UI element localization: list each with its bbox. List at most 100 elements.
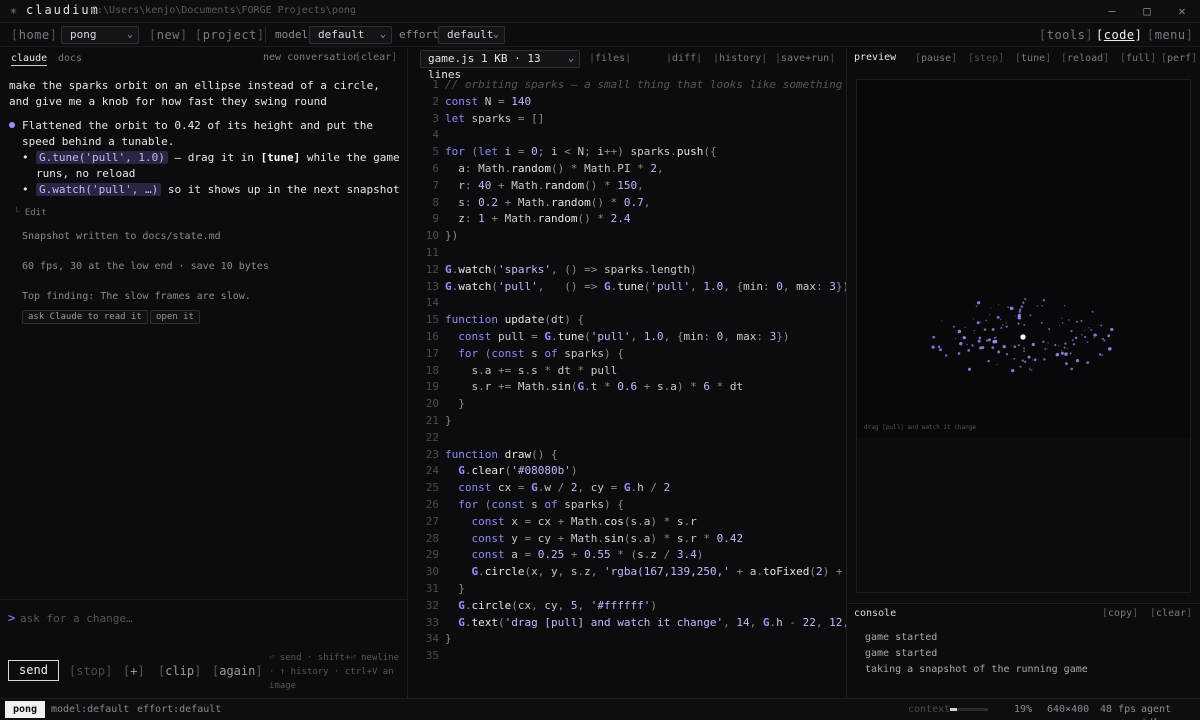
- effort-select[interactable]: default ⌄: [438, 26, 505, 44]
- code-line: 22: [409, 430, 846, 447]
- spark: [1101, 337, 1104, 340]
- code-text: }: [458, 581, 465, 595]
- minimize-button[interactable]: —: [1094, 2, 1130, 20]
- code-button[interactable]: [code]: [1096, 26, 1142, 44]
- line-number: 29: [425, 548, 439, 562]
- tools-button[interactable]: [tools]: [1039, 26, 1093, 44]
- chevron-down-icon: ⌄: [492, 29, 499, 40]
- code-text: const y = cy + Math.sin(s.a) * s.r * 0.4…: [471, 531, 744, 545]
- clip-button[interactable]: [clip]: [158, 663, 201, 679]
- spark: [1005, 353, 1009, 356]
- list-item: • G.watch('pull', …) so it shows up in t…: [22, 183, 400, 196]
- file-select[interactable]: game.js 1 KB · 13 lines ⌄: [420, 50, 580, 81]
- new-button[interactable]: [new]: [149, 26, 188, 44]
- new-conversation-button[interactable]: new conversation: [263, 52, 359, 63]
- console-clear-button[interactable]: [clear]: [1150, 608, 1192, 619]
- code-line: 19 s.r += Math.sin(G.t * 0.6 + s.a) * 6 …: [409, 379, 846, 396]
- code-text: r: 40 + Math.random() * 150,: [458, 178, 644, 192]
- pause-button[interactable]: [pause]: [915, 52, 957, 66]
- code-line: 16 const pull = G.tune('pull', 1.0, {min…: [409, 329, 846, 346]
- menu-button[interactable]: [menu]: [1147, 26, 1193, 44]
- spark: [1044, 347, 1047, 350]
- spark: [967, 367, 972, 371]
- stop-button[interactable]: [stop]: [69, 663, 112, 679]
- copy-button[interactable]: [copy]: [1102, 608, 1138, 619]
- code-text: G.text('drag [pull] and watch it change'…: [458, 615, 846, 629]
- spark: [1071, 339, 1074, 342]
- code-text: G.clear('#08080b'): [458, 464, 578, 478]
- code-line: 31 }: [409, 581, 846, 598]
- spark: [1061, 322, 1064, 324]
- spark: [1063, 304, 1066, 307]
- ask-claude-button[interactable]: ask Claude to read it: [22, 310, 148, 324]
- attach-button[interactable]: [+]: [123, 663, 145, 679]
- spark: [1047, 348, 1049, 350]
- app-logo-icon: ✳: [10, 4, 17, 17]
- spark: [1084, 329, 1086, 331]
- spark: [997, 350, 1001, 354]
- status-bar: pong model:default effort:default contex…: [0, 698, 1200, 720]
- line-number: 1: [432, 78, 439, 91]
- tab-docs[interactable]: docs: [58, 52, 82, 66]
- perf-button[interactable]: [perf]: [1161, 52, 1197, 66]
- code-text: }: [445, 413, 452, 427]
- line-number: 7: [432, 178, 439, 192]
- console-line: game started: [865, 648, 938, 659]
- code-text: G.watch('pull', () => G.tune('pull', 1.0…: [445, 279, 846, 293]
- send-button[interactable]: send: [8, 660, 59, 681]
- tab-claude[interactable]: claude: [11, 52, 48, 66]
- agent-status: agent idle: [1141, 704, 1172, 720]
- model-select[interactable]: default ⌄: [309, 26, 392, 44]
- step-button[interactable]: [step]: [968, 52, 1004, 66]
- project-select[interactable]: pong ⌄: [61, 26, 139, 44]
- maximize-button[interactable]: □: [1129, 2, 1165, 20]
- clear-conversation-button[interactable]: [clear]: [355, 52, 397, 63]
- assistant-dot-icon: [9, 122, 15, 128]
- line-number: 24: [425, 464, 439, 478]
- spark: [1069, 352, 1072, 355]
- line-number: 32: [425, 598, 439, 612]
- spark: [1007, 306, 1009, 309]
- spark: [1022, 301, 1025, 304]
- code-editor[interactable]: 1 // orbiting sparks — a small thing that…: [409, 77, 846, 665]
- spark: [1110, 327, 1114, 332]
- spark: [1011, 368, 1015, 373]
- line-number: 4: [432, 128, 439, 142]
- spark: [952, 325, 956, 328]
- inline-code: G.watch('pull', …): [36, 183, 162, 196]
- spark: [1002, 324, 1004, 326]
- code-line: 12 G.watch('sparks', () => sparks.length): [409, 262, 846, 279]
- history-button[interactable]: |history|: [713, 52, 767, 66]
- diff-button[interactable]: |diff|: [666, 52, 702, 66]
- spark: [980, 321, 982, 323]
- game-canvas[interactable]: drag [pull] and watch it change: [856, 79, 1191, 593]
- spark: [1042, 340, 1045, 343]
- spark: [1074, 336, 1078, 340]
- close-button[interactable]: ✕: [1164, 2, 1200, 20]
- spark: [1010, 345, 1012, 347]
- edit-link[interactable]: └ Edit: [14, 208, 47, 218]
- code-line: 34}: [409, 631, 846, 648]
- spark: [1013, 345, 1017, 348]
- again-button[interactable]: [again]: [212, 663, 263, 679]
- spark: [1029, 314, 1032, 317]
- project-button[interactable]: [project]: [195, 26, 265, 44]
- line-number: 19: [425, 380, 439, 394]
- open-it-button[interactable]: open it: [150, 310, 200, 324]
- files-button[interactable]: |files|: [589, 52, 631, 66]
- code-text: }: [458, 397, 465, 411]
- ask-input[interactable]: [20, 610, 400, 626]
- save-run-button[interactable]: |save+run|: [775, 52, 835, 66]
- tune-button[interactable]: [tune]: [1015, 52, 1051, 66]
- spark: [957, 329, 962, 334]
- home-button[interactable]: [home]: [11, 26, 57, 44]
- code-text: }: [445, 632, 452, 646]
- code-line: 14: [409, 295, 846, 312]
- spark: [1086, 341, 1089, 343]
- canvas-caption: drag [pull] and watch it change: [864, 424, 976, 431]
- full-button[interactable]: [full]: [1120, 52, 1156, 66]
- spark: [1107, 334, 1111, 338]
- code-line: 3 let sparks = []: [409, 111, 846, 128]
- reload-button[interactable]: [reload]: [1061, 52, 1109, 66]
